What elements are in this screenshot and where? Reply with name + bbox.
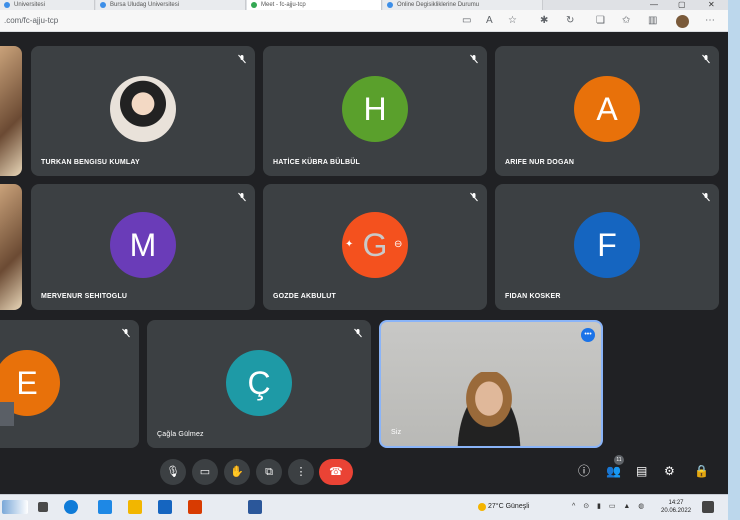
clock-time: 14:27	[668, 500, 684, 506]
url-field[interactable]: .com/fc-ajju-tcp	[4, 16, 58, 25]
participant-avatar: M	[110, 212, 176, 278]
tab-label: Universitesi	[14, 2, 46, 8]
participant-avatar: A	[574, 76, 640, 142]
os-taskbar: 27°C Güneşli ^ ⊙ ▮ ▭ ▲ ◍ 14:27 20.06.202…	[0, 494, 728, 520]
more-menu-icon[interactable]: ⋯	[705, 15, 715, 27]
extension-icon[interactable]: ✱	[540, 15, 548, 27]
present-screen-button[interactable]: ⧉	[256, 459, 282, 485]
address-bar: .com/fc-ajju-tcp ▭ A ☆ ✱ ↻ ❏ ✩ ▥ ⋯	[0, 10, 728, 32]
weather-sun-icon	[478, 503, 486, 511]
notification-center-icon[interactable]	[702, 501, 714, 513]
cropped-tile-photo	[0, 46, 22, 176]
mic-off-icon	[702, 192, 710, 202]
participant-tile[interactable]: A ARIFE NUR DOGAN	[495, 46, 719, 176]
raise-hand-button[interactable]: ✋	[224, 459, 250, 485]
cropped-tile-photo	[0, 184, 22, 310]
split-screen-icon[interactable]: ▥	[648, 15, 657, 27]
mic-off-icon	[470, 54, 478, 64]
browser-tab-active[interactable]: Meet - fc-ajju-tcp	[247, 0, 382, 10]
cropped-panel	[0, 402, 14, 426]
participant-name: FIDAN KOSKER	[505, 293, 561, 300]
camera-permission-icon[interactable]: ▭	[462, 15, 471, 27]
store-icon[interactable]	[158, 500, 172, 514]
participant-tile[interactable]: H HATİCE KÜBRA BÜLBÜL	[263, 46, 487, 176]
favorite-star-icon[interactable]: ☆	[508, 15, 517, 27]
participant-tile[interactable]: G ✦ ⊖ GOZDE AKBULUT	[263, 184, 487, 310]
tab-favicon-icon	[4, 2, 10, 8]
leave-call-button[interactable]: ☎	[319, 459, 353, 485]
word-icon[interactable]	[248, 500, 262, 514]
weather-widget[interactable]: 27°C Güneşli	[488, 503, 529, 510]
tab-label: Bursa Uludag Universitesi	[110, 2, 180, 8]
remove-icon[interactable]: ⊖	[394, 239, 402, 250]
meeting-details-icon[interactable]: ⓘ	[578, 462, 590, 480]
read-aloud-icon[interactable]: A	[486, 15, 493, 27]
refresh-icon[interactable]: ↻	[566, 15, 574, 27]
tab-label: Online Degisikliklerine Durumu	[397, 2, 480, 8]
task-view-icon[interactable]	[38, 502, 48, 512]
taskbar-clock[interactable]: 14:27 20.06.2022	[661, 499, 691, 515]
mic-off-icon	[238, 54, 246, 64]
clock-date: 20.06.2022	[661, 508, 692, 514]
chat-icon[interactable]: ▤	[636, 462, 647, 480]
participant-name: Siz	[391, 429, 402, 436]
participant-avatar: F	[574, 212, 640, 278]
participant-tile[interactable]: M MERVENUR SEHITOGLU	[31, 184, 255, 310]
participant-name: TURKAN BENGISU KUMLAY	[41, 159, 140, 166]
tab-label: Meet - fc-ajju-tcp	[261, 2, 306, 8]
participant-name: HATİCE KÜBRA BÜLBÜL	[273, 159, 361, 166]
host-controls-icon[interactable]: 🔒	[694, 462, 709, 480]
browser-tab[interactable]: Universitesi	[0, 0, 95, 10]
browser-tab-bar: Universitesi Bursa Uludag Universitesi M…	[0, 0, 728, 10]
mic-off-icon	[702, 54, 710, 64]
pin-icon[interactable]: ✦	[345, 239, 353, 250]
participant-name: ARIFE NUR DOGAN	[505, 159, 575, 166]
activities-icon[interactable]: ⚙	[664, 462, 675, 480]
participant-tile[interactable]: TURKAN BENGISU KUMLAY	[31, 46, 255, 176]
mic-off-icon	[470, 192, 478, 202]
self-video-tile[interactable]: ••• Siz	[379, 320, 603, 448]
file-explorer-icon[interactable]	[98, 500, 112, 514]
speaking-indicator-icon: •••	[581, 328, 595, 342]
mic-off-icon	[238, 192, 246, 202]
participant-tile[interactable]: E	[0, 320, 139, 448]
tab-favicon-icon	[100, 2, 106, 8]
explorer-folder-icon[interactable]	[128, 500, 142, 514]
screen: Universitesi Bursa Uludag Universitesi M…	[0, 0, 728, 520]
system-tray-icons[interactable]: ^ ⊙ ▮ ▭ ▲ ◍	[572, 502, 647, 510]
favorites-icon[interactable]: ✩	[622, 15, 630, 27]
participant-photo	[110, 76, 176, 142]
camera-toggle-button[interactable]: ▭	[192, 459, 218, 485]
browser-tab[interactable]: Online Degisikliklerine Durumu	[383, 0, 543, 10]
self-video-person	[449, 372, 529, 446]
participant-name: MERVENUR SEHITOGLU	[41, 293, 128, 300]
tab-favicon-icon	[387, 2, 393, 8]
maximize-button[interactable]: ▢	[678, 0, 686, 10]
profile-avatar[interactable]	[676, 15, 689, 28]
collections-icon[interactable]: ❏	[596, 15, 605, 27]
meet-favicon-icon	[251, 2, 257, 8]
participant-avatar: Ç	[226, 350, 292, 416]
app-thumbnail-icon[interactable]	[2, 500, 28, 514]
participant-name: GOZDE AKBULUT	[273, 293, 337, 300]
participant-count-badge: 11	[614, 455, 624, 465]
participant-tile[interactable]: Ç Çağla Gülmez	[147, 320, 371, 448]
mic-toggle-button[interactable]: 🎙	[160, 459, 186, 485]
mic-off-icon	[354, 328, 362, 338]
close-button[interactable]: ✕	[708, 0, 715, 10]
participant-avatar: H	[342, 76, 408, 142]
participant-tile[interactable]: F FIDAN KOSKER	[495, 184, 719, 310]
more-options-button[interactable]: ⋮	[288, 459, 314, 485]
minimize-button[interactable]: —	[650, 0, 658, 10]
browser-tab[interactable]: Bursa Uludag Universitesi	[96, 0, 246, 10]
mic-off-icon	[122, 328, 130, 338]
edge-icon[interactable]	[64, 500, 78, 514]
participant-name: Çağla Gülmez	[157, 431, 204, 438]
office-icon[interactable]	[188, 500, 202, 514]
